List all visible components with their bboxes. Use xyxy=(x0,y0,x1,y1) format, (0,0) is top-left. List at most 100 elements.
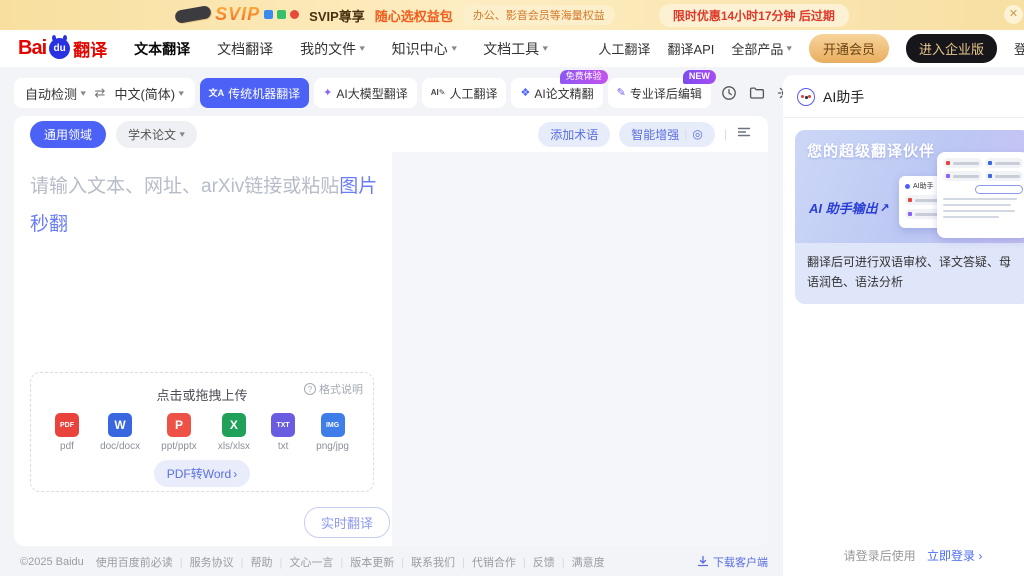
promo-card-description: 翻译后可进行双语审校、译文答疑、母语润色、语法分析 xyxy=(795,243,1024,304)
banner-highlight: 随心选权益包 xyxy=(375,6,453,25)
chevron-down-icon: ▾ xyxy=(543,43,548,54)
footer: ©2025 Baidu 使用百度前必读 服务协议 帮助 文心一言 版本更新 联系… xyxy=(20,554,768,570)
ai-assistant-sidebar: AI助手 您的超级翻译伙伴 AI 助手输出 ↗ AI助手 xyxy=(783,75,1024,576)
nav-my-files[interactable]: 我的文件▾ xyxy=(300,39,365,59)
arrow-up-right-icon: ↗ xyxy=(880,201,890,215)
add-terms-button[interactable]: 添加术语 xyxy=(538,122,610,147)
target-icon: ◎ xyxy=(692,127,702,141)
swap-languages-icon[interactable]: ⇄ xyxy=(95,85,106,101)
file-type-ppt: P ppt/pptx xyxy=(161,413,197,452)
file-type-image: IMG png/jpg xyxy=(316,413,349,452)
layout-toggle-icon[interactable] xyxy=(736,124,752,145)
file-type-doc: W doc/docx xyxy=(100,413,140,452)
ppt-file-icon: P xyxy=(167,413,191,437)
svip-logo: SVIP xyxy=(215,4,260,25)
domain-academic-pill[interactable]: 学术论文▾ xyxy=(116,121,197,148)
copyright: ©2025 Baidu xyxy=(20,556,84,568)
header-right: 人工翻译 翻译API 全部产品▾ 开通会员 进入企业版 登录 xyxy=(598,30,1024,67)
translate-panel: 通用领域 学术论文▾ 添加术语 智能增强|◎ | 请输入文本、网址、arXiv链… xyxy=(14,116,768,546)
excel-file-icon: X xyxy=(222,413,246,437)
enterprise-button[interactable]: 进入企业版 xyxy=(906,34,997,63)
human-translate-icon: AI✎ xyxy=(431,89,446,97)
nav-human-translate[interactable]: 人工翻译 xyxy=(598,39,650,58)
nav-all-products[interactable]: 全部产品▾ xyxy=(731,39,792,58)
footer-link[interactable]: 联系我们 xyxy=(394,554,455,570)
translate-toolbar: 自动检测▾ ⇄ 中文(简体)▾ 文A 传统机器翻译 ✦ AI大模型翻译 AI✎ … xyxy=(14,78,793,108)
chevron-down-icon: ▾ xyxy=(179,88,184,99)
nav-doc-tools[interactable]: 文档工具▾ xyxy=(483,39,548,59)
files-folder-icon[interactable] xyxy=(749,85,765,101)
footer-link[interactable]: 代销合作 xyxy=(455,554,516,570)
logo-du-paw-icon: du xyxy=(49,38,70,59)
footer-link[interactable]: 使用百度前必读 xyxy=(96,554,173,570)
logo-bai: Bai xyxy=(18,37,46,60)
history-icon[interactable] xyxy=(721,85,737,101)
footer-link[interactable]: 满意度 xyxy=(555,554,605,570)
domain-general-pill[interactable]: 通用领域 xyxy=(30,121,106,148)
source-text-input[interactable]: 请输入文本、网址、arXiv链接或粘贴图片秒翻 xyxy=(30,168,384,244)
tab-human-translate[interactable]: AI✎ 人工翻译 xyxy=(422,78,507,108)
smart-enhance-button[interactable]: 智能增强|◎ xyxy=(619,122,715,147)
tab-ai-model-translate[interactable]: ✦ AI大模型翻译 xyxy=(314,78,417,108)
translate-icon: 文A xyxy=(209,89,225,98)
baidu-translate-page: SVIP SVIP尊享 随心选权益包 办公、影音会员等海量权益 限时优惠14小时… xyxy=(0,0,1024,576)
svip-card-graphic xyxy=(174,4,212,23)
sparkle-icon: ✦ xyxy=(323,88,332,99)
domain-tools: 添加术语 智能增强|◎ | xyxy=(538,122,752,147)
tab-post-editing[interactable]: ✎ 专业译后编辑 NEW xyxy=(608,78,711,108)
footer-link[interactable]: 版本更新 xyxy=(333,554,394,570)
nav-translate-api[interactable]: 翻译API xyxy=(667,39,714,58)
free-trial-badge: 免费体验 xyxy=(560,70,608,84)
source-language-select[interactable]: 自动检测▾ xyxy=(25,84,86,103)
file-upload-dropzone[interactable]: 点击或拖拽上传 ? 格式说明 PDF pdf W doc/docx P xyxy=(30,372,374,492)
sidebar-title: AI助手 xyxy=(823,87,864,107)
realtime-translate-button[interactable]: 实时翻译 xyxy=(304,507,390,538)
sidebar-login-row: 请登录后使用 立即登录 › xyxy=(783,547,1024,564)
login-hint: 请登录后使用 xyxy=(844,549,916,563)
decor-circle-red xyxy=(290,10,299,19)
nav-text-translate[interactable]: 文本翻译 xyxy=(134,39,190,59)
file-type-pdf: PDF pdf xyxy=(55,413,79,452)
ai-assistant-icon xyxy=(797,88,815,106)
footer-link[interactable]: 反馈 xyxy=(516,554,555,570)
translation-output-pane xyxy=(392,152,768,546)
banner-title: SVIP尊享 xyxy=(309,6,365,25)
nav-knowledge-center[interactable]: 知识中心▾ xyxy=(392,39,457,59)
nav-doc-translate[interactable]: 文档翻译 xyxy=(217,39,273,59)
edit-pen-icon: ✎ xyxy=(617,88,626,99)
promo-banner[interactable]: SVIP SVIP尊享 随心选权益包 办公、影音会员等海量权益 限时优惠14小时… xyxy=(0,0,1024,30)
baidu-translate-logo[interactable]: Bai du 翻译 xyxy=(18,36,107,61)
login-button[interactable]: 登录 xyxy=(1014,39,1024,58)
dot-icon xyxy=(905,184,910,189)
footer-links: ©2025 Baidu 使用百度前必读 服务协议 帮助 文心一言 版本更新 联系… xyxy=(20,554,605,570)
chevron-right-icon: › xyxy=(233,467,237,481)
footer-link[interactable]: 服务协议 xyxy=(173,554,234,570)
main-nav: 文本翻译 文档翻译 我的文件▾ 知识中心▾ 文档工具▾ xyxy=(134,39,548,59)
login-now-link[interactable]: 立即登录 › xyxy=(927,549,982,563)
paper-layers-icon: ❖ xyxy=(520,88,530,99)
help-icon: ? xyxy=(304,383,316,395)
target-language-select[interactable]: 中文(简体)▾ xyxy=(114,84,183,103)
banner-close-icon[interactable]: ✕ xyxy=(1004,5,1023,24)
illustration-label: AI 助手输出 ↗ xyxy=(809,198,890,217)
pdf-file-icon: PDF xyxy=(55,413,79,437)
download-client-link[interactable]: 下载客户端 xyxy=(697,554,768,570)
banner-benefits-pill: 办公、影音会员等海量权益 xyxy=(463,5,615,25)
pdf-to-word-button[interactable]: PDF转Word › xyxy=(154,460,250,487)
new-badge: NEW xyxy=(683,70,716,84)
svip-banner-graphic: SVIP xyxy=(175,4,299,25)
logo-product: 翻译 xyxy=(73,36,107,61)
sidebar-header: AI助手 xyxy=(783,75,1024,118)
footer-link[interactable]: 帮助 xyxy=(234,554,273,570)
tab-classic-machine-translate[interactable]: 文A 传统机器翻译 xyxy=(200,78,310,108)
language-selector: 自动检测▾ ⇄ 中文(简体)▾ xyxy=(14,78,195,108)
promo-card-illustration: 您的超级翻译伙伴 AI 助手输出 ↗ AI助手 xyxy=(795,130,1024,243)
chevron-down-icon: ▾ xyxy=(451,43,456,54)
footer-link[interactable]: 文心一言 xyxy=(272,554,333,570)
decor-square-green xyxy=(277,10,286,19)
open-vip-button[interactable]: 开通会员 xyxy=(809,34,889,63)
format-help-link[interactable]: ? 格式说明 xyxy=(304,381,363,397)
ai-assistant-promo-card[interactable]: 您的超级翻译伙伴 AI 助手输出 ↗ AI助手 xyxy=(795,130,1024,304)
file-type-row: PDF pdf W doc/docx P ppt/pptx X xls/xlsx xyxy=(31,413,373,452)
tab-ai-paper-translate[interactable]: ❖ AI论文精翻 免费体验 xyxy=(511,78,602,108)
